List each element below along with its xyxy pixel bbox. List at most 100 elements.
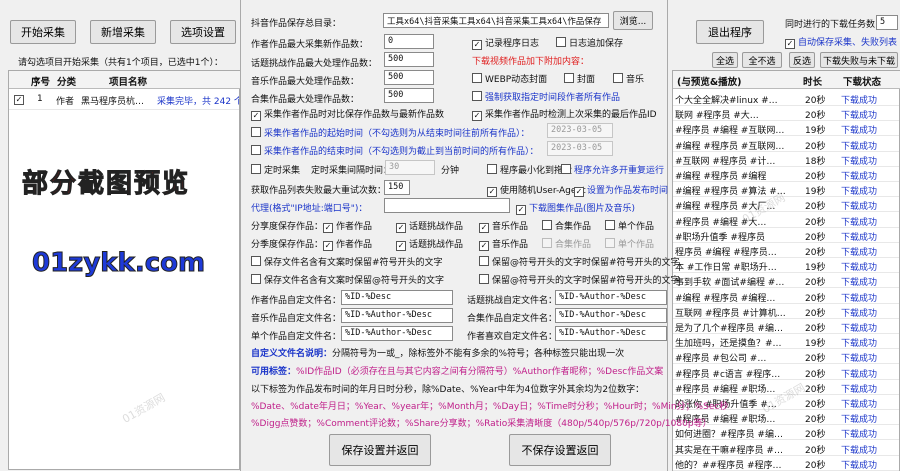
video-row[interactable]: #编程 #程序员 #互联网… 20秒 下载成功 <box>673 137 899 152</box>
single-name-input[interactable]: %ID-%Author-%Desc <box>341 326 453 341</box>
video-row[interactable]: #编程 #程序员 #编程… 20秒 下载成功 <box>673 289 899 304</box>
video-row[interactable]: #程序员 #编程 #大… 20秒 下载成功 <box>673 213 899 228</box>
season-single-label: 单个作品 <box>618 240 655 250</box>
keep-hash-collection-checkbox[interactable]: 保留@符号开头的文字时保留#符号开头的文字 <box>479 255 680 268</box>
author-check-last-checkbox[interactable]: 采集作者作品时检测上次采集的最后作品ID <box>472 107 657 121</box>
video-title: 事到手软 #面试#编程 #… <box>675 278 785 289</box>
minimize-tray-checkbox[interactable]: 程序最小化到拖盘 <box>487 163 572 176</box>
save-settings-button[interactable]: 保存设置并返回 <box>329 434 431 466</box>
video-row[interactable]: 联网 #程序员 #大… 20秒 下载成功 <box>673 106 899 122</box>
add-collect-button[interactable]: 新增采集 <box>90 20 156 44</box>
timed-collect-checkbox[interactable]: 定时采集 <box>251 163 300 176</box>
season-collection-checkbox[interactable]: 合集作品 <box>542 237 591 250</box>
set-time-label: 设置为作品发布时间 <box>587 186 669 196</box>
video-row[interactable]: #编程 #程序员 #算法 #… 19秒 下载成功 <box>673 182 899 198</box>
browse-button[interactable]: 浏览... <box>613 11 653 30</box>
keep-hash-title-checkbox[interactable]: 保存文件名含有文案时保留@符号开头的文字 <box>251 273 444 286</box>
max-author-label: 作者作品最大采集新作品数： <box>251 40 369 50</box>
author-name-input[interactable]: %ID-%Desc <box>341 290 453 305</box>
row-checkbox[interactable] <box>14 94 27 105</box>
music-input[interactable]: 500 <box>384 70 434 85</box>
select-all-button[interactable]: 全选 <box>712 52 738 68</box>
random-ua-checkbox[interactable]: 使用随机User-Agent <box>487 183 586 197</box>
season-music-checkbox[interactable]: 音乐作品 <box>479 237 528 251</box>
video-row[interactable]: 互联网 #程序员 #计算机… 20秒 下载成功 <box>673 304 899 319</box>
type-music-checkbox[interactable]: 音乐作品 <box>479 219 528 233</box>
webp-cover-checkbox[interactable]: WEBP动态封面 <box>472 72 547 85</box>
invert-button[interactable]: 反选 <box>789 52 815 68</box>
retry-input[interactable]: 150 <box>384 180 410 195</box>
season-topic-checkbox[interactable]: 话题挑战作品 <box>396 237 463 251</box>
start-time-checkbox[interactable]: 采集作者作品的起始时间（不勾选则为从结束时间往前所有作品）： <box>251 126 530 139</box>
allow-multi-checkbox[interactable]: 程序允许多开重复运行 <box>561 163 664 176</box>
video-row[interactable]: 程序员 #编程 #程序员… 20秒 下载成功 <box>673 243 899 258</box>
video-grid-header: (与预览&播放) 时长 下载状态 <box>673 71 900 89</box>
video-row[interactable]: 个大全全解决#linux #… 20秒 下载成功 <box>673 91 899 106</box>
options-button[interactable]: 选项设置 <box>170 20 236 44</box>
liked-name-input[interactable]: %ID-%Author-%Desc <box>555 326 667 341</box>
video-duration: 20秒 <box>805 96 826 106</box>
video-row[interactable]: #程序员 #编程 #互联网… 19秒 下载成功 <box>673 121 899 137</box>
video-row[interactable]: #互联网 #程序员 #计… 18秒 下载成功 <box>673 152 899 167</box>
type-single-checkbox[interactable]: 单个作品 <box>605 219 654 232</box>
music-name-input[interactable]: %ID-%Author-%Desc <box>341 308 453 323</box>
save-dir-input[interactable]: 工具x64\抖音采集工具x64\抖音采集工具x64\作品保存 <box>383 13 609 28</box>
max-author-input[interactable]: 0 <box>384 34 434 49</box>
download-failed-button[interactable]: 下载失败与未下载 <box>820 52 898 68</box>
cancel-settings-button[interactable]: 不保存设置返回 <box>509 434 611 466</box>
video-row[interactable]: #程序员 #包公司 #… 20秒 下载成功 <box>673 349 899 365</box>
video-title: #程序员 #包公司 #… <box>675 354 767 365</box>
topic-name-input[interactable]: %ID-%Author-%Desc <box>555 290 667 305</box>
video-row[interactable]: 其实是在干嘛#程序员 #… 20秒 下载成功 <box>673 441 899 456</box>
type-author-checkbox[interactable]: 作者作品 <box>323 219 372 233</box>
single-name-label: 单个作品自定文件名： <box>251 332 342 342</box>
save-dir-label: 抖音作品保存总目录： <box>251 19 342 29</box>
concurrent-input[interactable]: 5 <box>876 15 898 30</box>
deselect-all-button[interactable]: 全不选 <box>742 52 782 68</box>
download-images-label: 下载图集作品(图片及音乐) <box>529 204 636 214</box>
cover-checkbox[interactable]: 封面 <box>564 72 595 85</box>
season-single-checkbox[interactable]: 单个作品 <box>605 237 654 250</box>
retry-label: 获取作品列表失败最大重试次数： <box>251 186 387 196</box>
video-status: 下载成功 <box>841 111 878 122</box>
music-checkbox[interactable]: 音乐 <box>613 72 644 85</box>
col-name: 项目名称 <box>109 77 148 88</box>
collection-input[interactable]: 500 <box>384 88 434 103</box>
auto-save-checkbox[interactable]: 自动保存采集、失败列表 <box>785 35 897 49</box>
video-row[interactable]: #职场升值季 #程序员 20秒 下载成功 <box>673 228 899 243</box>
force-fetch-checkbox[interactable]: 强制获取指定时间段作者所有作品 <box>472 90 620 103</box>
end-time-input[interactable]: 2023-03-05 <box>547 141 613 156</box>
video-duration: 20秒 <box>805 400 826 410</box>
video-row[interactable]: 事到手软 #面试#编程 #… 20秒 下载成功 <box>673 273 899 289</box>
project-row[interactable]: 1 作者 黑马程序员杭… 采集完毕，共 242 个 <box>9 91 239 110</box>
timed-interval-input[interactable]: 30 <box>385 160 435 175</box>
start-collect-button[interactable]: 开始采集 <box>10 20 76 44</box>
log-append-checkbox[interactable]: 日志追加保存 <box>556 36 623 49</box>
season-author-checkbox[interactable]: 作者作品 <box>323 237 372 251</box>
video-row[interactable]: 是为了几个#程序员 #编… 20秒 下载成功 <box>673 319 899 334</box>
video-row[interactable]: 生加班吗，还是摸鱼？#… 19秒 下载成功 <box>673 334 899 350</box>
video-status: 下载成功 <box>841 339 878 350</box>
author-compare-checkbox[interactable]: 采集作者作品时对比保存作品数与最新作品数 <box>251 107 444 121</box>
log-record-checkbox[interactable]: 记录程序日志 <box>472 36 539 50</box>
set-time-checkbox[interactable]: 设置为作品发布时间 <box>574 183 668 197</box>
keep-hash-topic-checkbox[interactable]: 保存文件名含有文案时保留#符号开头的文字 <box>251 255 443 268</box>
type-topic-checkbox[interactable]: 话题挑战作品 <box>396 219 463 233</box>
proxy-input[interactable] <box>384 198 510 213</box>
video-row[interactable]: #程序员 #c语言 #程序… 20秒 下载成功 <box>673 365 899 380</box>
video-row[interactable]: 他的？##程序员 #程序… 20秒 下载成功 <box>673 456 899 471</box>
video-row[interactable]: #编程 #程序员 #编程 20秒 下载成功 <box>673 167 899 182</box>
timed-unit: 分钟 <box>441 166 460 176</box>
season-collection-label: 合集作品 <box>555 240 592 250</box>
end-time-checkbox[interactable]: 采集作者作品的结束时间（不勾选则为截止到当前时间的所有作品）： <box>251 144 539 157</box>
collection-name-input[interactable]: %ID-%Author-%Desc <box>555 308 667 323</box>
topic-input[interactable]: 500 <box>384 52 434 67</box>
start-time-input[interactable]: 2023-03-05 <box>547 123 613 138</box>
type-collection-checkbox[interactable]: 合集作品 <box>542 219 591 232</box>
download-images-checkbox[interactable]: 下载图集作品(图片及音乐) <box>516 201 635 215</box>
col-preview: (与预览&播放) <box>677 77 742 88</box>
video-row[interactable]: 本 #工作日常 #职场升… 19秒 下载成功 <box>673 258 899 274</box>
exit-button[interactable]: 退出程序 <box>696 20 764 44</box>
proxy-label: 代理(格式"IP地址:端口号")： <box>251 204 368 214</box>
keep-hash-topic2-checkbox[interactable]: 保留@符号开头的文字时保留#符号开头的文字 <box>479 273 680 286</box>
